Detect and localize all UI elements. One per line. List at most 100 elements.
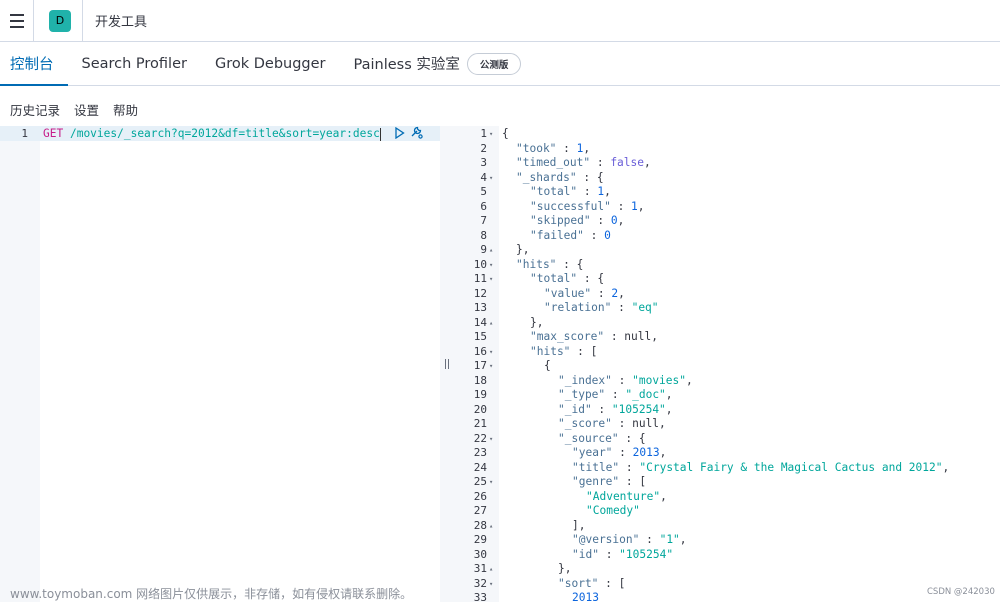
output-line-number: 32: [473, 576, 487, 590]
output-code: "genre" : [: [572, 475, 646, 490]
output-line: 23 "year" : 2013,: [453, 446, 1000, 461]
output-code: 2013: [572, 591, 599, 602]
tab-grok-debugger[interactable]: Grok Debugger: [201, 42, 340, 85]
output-line: 17 ▾ {: [453, 359, 1000, 374]
code-token: "_index": [558, 373, 612, 387]
play-icon[interactable]: [394, 124, 405, 143]
history-link[interactable]: 历史记录: [10, 100, 60, 119]
output-line-number: 26: [473, 489, 487, 503]
pane-resizer[interactable]: [440, 126, 453, 602]
code-token: : null,: [611, 417, 666, 430]
code-token: ,: [637, 199, 645, 213]
code-token: ,: [942, 460, 950, 474]
output-line-number: 6: [480, 199, 487, 213]
output-line: 28 ▴],: [453, 519, 1000, 534]
output-code: "_id" : "105254",: [558, 403, 673, 418]
output-line: 5 "total" : 1,: [453, 185, 1000, 200]
output-code: "max_score" : null,: [530, 330, 658, 345]
code-token: "_id": [558, 402, 592, 416]
response-output[interactable]: 1 ▾{2 "took" : 1, 3 "timed_out" : false, 4 ▾ "_…: [453, 126, 1000, 602]
output-code: "_shards" : {: [516, 171, 604, 186]
code-token: "Adventure": [586, 489, 661, 503]
request-editor[interactable]: 1 GET /movies/_search?q=2012&df=title&so…: [0, 126, 440, 602]
request-line[interactable]: GET /movies/_search?q=2012&df=title&sort…: [43, 126, 381, 141]
code-token: :: [590, 214, 611, 227]
fold-caret-down-icon[interactable]: ▾: [489, 359, 497, 374]
watermark-text: www.toymoban.com 网络图片仅供展示，非存储，如有侵权请联系删除。: [10, 587, 413, 601]
fold-caret-down-icon[interactable]: ▾: [489, 258, 497, 273]
output-line-number: 33: [473, 591, 487, 602]
settings-link[interactable]: 设置: [74, 100, 99, 119]
output-line-number: 30: [473, 547, 487, 561]
fold-caret-up-icon[interactable]: ▴: [489, 562, 497, 577]
tab-console[interactable]: 控制台: [0, 42, 68, 86]
help-link[interactable]: 帮助: [113, 100, 138, 119]
code-token: "hits": [516, 257, 557, 271]
output-line-number: 18: [473, 373, 487, 387]
editor-gutter: [0, 126, 40, 602]
code-token: "eq": [631, 301, 659, 314]
code-token: ,: [659, 446, 667, 459]
code-token: ,: [679, 533, 687, 546]
output-line-number: 7: [480, 214, 487, 227]
code-token: "Comedy": [586, 504, 640, 517]
code-token: "105254": [611, 402, 666, 416]
tab-search-profiler[interactable]: Search Profiler: [68, 42, 201, 85]
fold-caret-down-icon[interactable]: ▾: [489, 475, 497, 490]
fold-caret-down-icon[interactable]: ▾: [489, 432, 497, 447]
code-token: false: [610, 156, 644, 169]
code-token: :: [583, 228, 605, 242]
output-code: "year" : 2013,: [572, 446, 666, 461]
fold-caret-down-icon[interactable]: ▾: [489, 127, 497, 142]
output-line: 12 "value" : 2,: [453, 287, 1000, 302]
output-code: "_score" : null,: [558, 417, 666, 432]
code-token: ,: [660, 489, 667, 503]
code-token: : null,: [604, 330, 658, 343]
breadcrumb-dev-tools[interactable]: 开发工具: [95, 11, 147, 30]
code-token: "failed": [530, 228, 584, 242]
space-avatar[interactable]: D: [49, 9, 71, 32]
menu-button[interactable]: [0, 0, 34, 42]
code-token: 2013: [572, 591, 599, 602]
output-line-number: 5: [480, 185, 487, 198]
wrench-icon[interactable]: [409, 124, 423, 143]
fold-caret-up-icon[interactable]: ▴: [489, 243, 497, 258]
code-token: "year": [572, 446, 613, 459]
code-token: "skipped": [530, 214, 591, 227]
output-line-number: 8: [480, 228, 487, 242]
output-line: 8 "failed" : 0: [453, 229, 1000, 244]
code-token: :: [639, 533, 660, 546]
output-code: "_index" : "movies",: [558, 374, 693, 389]
output-code: "timed_out" : false,: [516, 156, 651, 171]
code-token: "_type": [558, 388, 606, 401]
code-token: :: [591, 286, 612, 300]
output-code: "Comedy": [586, 504, 640, 519]
code-token: {: [544, 359, 551, 372]
code-token: "movies": [632, 373, 686, 387]
fold-caret-up-icon[interactable]: ▴: [489, 316, 497, 331]
output-line: 6 "successful" : 1,: [453, 200, 1000, 215]
fold-caret-up-icon[interactable]: ▴: [489, 519, 497, 534]
code-token: : {: [576, 170, 604, 184]
fold-caret-down-icon[interactable]: ▾: [489, 171, 497, 186]
code-token: "max_score": [530, 330, 605, 343]
output-line-number: 2: [480, 141, 487, 155]
code-token: "Crystal Fairy & the Magical Cactus and …: [639, 460, 943, 474]
code-token: },: [516, 243, 530, 256]
code-token: "105254": [619, 547, 674, 561]
output-line: 4 ▾ "_shards" : {: [453, 171, 1000, 186]
output-line-number: 12: [473, 286, 487, 300]
code-token: ,: [617, 214, 625, 227]
code-token: :: [611, 301, 632, 314]
output-line-number: 23: [473, 446, 487, 459]
output-code: "hits" : [: [530, 345, 597, 360]
tab-painless-lab[interactable]: Painless 实验室 公测版: [340, 42, 536, 85]
resizer-grip-icon: [447, 359, 449, 369]
code-token: :: [577, 185, 598, 198]
code-token: "_doc": [625, 388, 666, 401]
code-token: "timed_out": [516, 156, 591, 169]
fold-caret-down-icon[interactable]: ▾: [489, 577, 497, 592]
output-line: 3 "timed_out" : false,: [453, 156, 1000, 171]
fold-caret-down-icon[interactable]: ▾: [489, 345, 497, 360]
fold-caret-down-icon[interactable]: ▾: [489, 272, 497, 287]
